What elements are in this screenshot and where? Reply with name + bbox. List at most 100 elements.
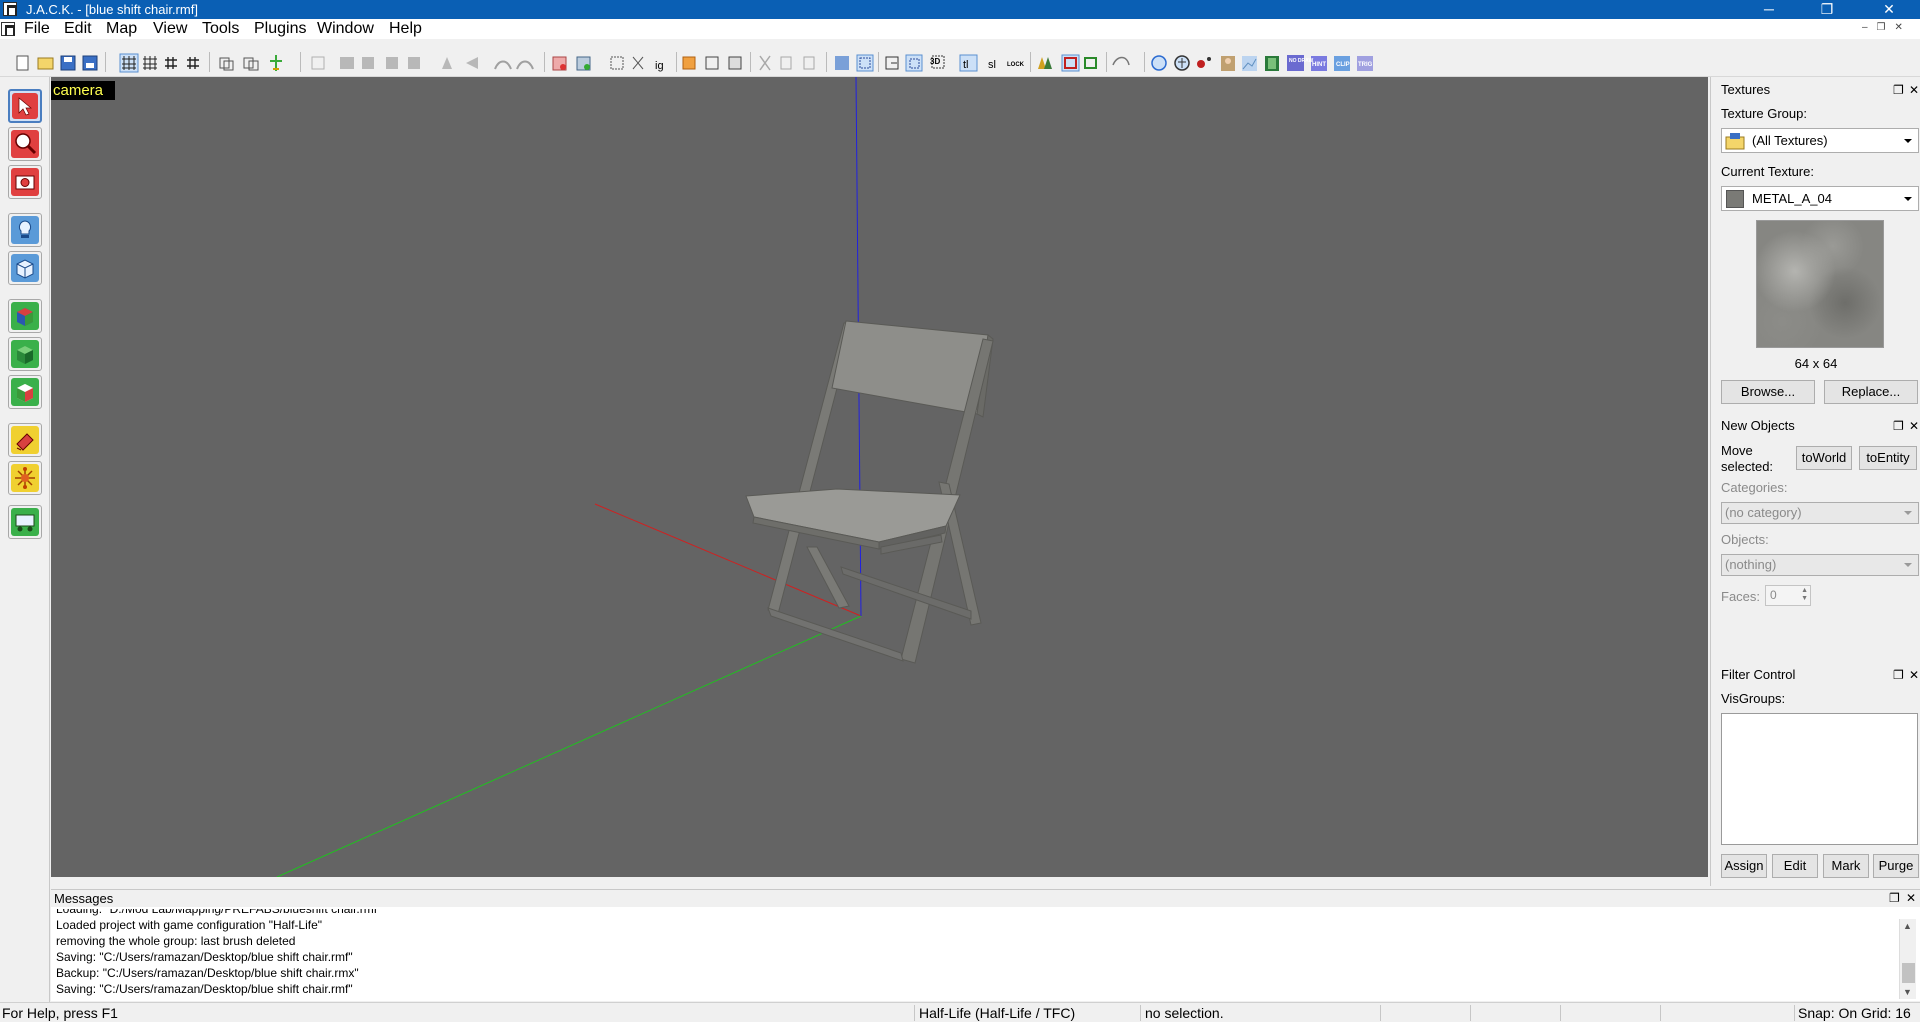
restore-icon[interactable]: ❐ (1893, 82, 1904, 98)
viewport-label[interactable]: camera (51, 81, 116, 100)
menu-view[interactable]: View (149, 19, 191, 39)
magnify-tool-button[interactable] (8, 127, 42, 161)
toolbar-lock-text[interactable]: LOCK (1007, 62, 1025, 68)
open-file-icon[interactable] (37, 57, 54, 70)
camera-viewport[interactable]: camera (51, 77, 1708, 877)
clipboard-icons[interactable] (759, 55, 815, 71)
menu-edit[interactable]: Edit (60, 19, 96, 39)
toolbar-nodraw-text[interactable]: NO DRAW (1289, 58, 1313, 64)
log-line: Loaded project with game configuration "… (56, 918, 323, 932)
grid-3d-icon[interactable] (143, 56, 157, 70)
texture-app-tool-button[interactable] (8, 299, 42, 333)
faces-spinner[interactable]: 0 ▲ ▼ (1765, 585, 1811, 606)
grid-larger-icon[interactable] (187, 57, 199, 69)
toolbar-sl-text[interactable]: sl (988, 59, 996, 71)
hollow-icon[interactable] (576, 56, 591, 71)
undo-path-icon[interactable] (1112, 56, 1130, 66)
purge-button[interactable]: Purge (1873, 854, 1919, 878)
filter-title-text: Filter Control (1721, 667, 1796, 682)
toolbar-tl-text[interactable]: tl (963, 59, 969, 71)
entity-tie-icon[interactable] (270, 55, 282, 71)
toolbar-hint-text[interactable]: HINT (1312, 62, 1326, 68)
tool-palette (0, 77, 50, 1009)
status-divider (1470, 1005, 1471, 1021)
grid-smaller-icon[interactable] (165, 57, 177, 69)
main-toolbar: ig 3D tl sl LOCK NO DRAW HINT CLIP TRIG (0, 39, 1920, 77)
close-icon[interactable]: ✕ (1909, 418, 1919, 434)
save-file-icon[interactable] (60, 55, 76, 71)
selection-tool-button[interactable] (8, 89, 42, 123)
selection-mode-icons[interactable]: 3D (885, 54, 945, 72)
messages-log[interactable]: Loading: "D:/Mod Lab/Mapping/PREFABS/blu… (56, 909, 1886, 1001)
close-button[interactable]: ✕ (1866, 0, 1912, 19)
restore-icon[interactable]: ❐ (1893, 667, 1904, 683)
restore-icon[interactable]: ❐ (1893, 418, 1904, 434)
current-texture-select[interactable]: METAL_A_04 (1721, 186, 1919, 211)
toolbar-ig-text[interactable]: ig (655, 60, 664, 72)
maximize-button[interactable]: ❐ (1804, 0, 1850, 19)
menu-map[interactable]: Map (102, 19, 141, 39)
close-icon[interactable]: ✕ (1909, 667, 1919, 683)
viewport-scene (276, 77, 994, 877)
mdi-child-controls[interactable]: –❐✕ (1862, 22, 1912, 33)
save-all-icon[interactable] (82, 55, 98, 71)
camera-tool-button[interactable] (8, 165, 42, 199)
visgroups-list[interactable] (1721, 713, 1918, 845)
new-file-icon[interactable] (16, 55, 29, 71)
messages-scrollbar[interactable]: ▲ ▼ (1899, 919, 1916, 999)
categories-select[interactable]: (no category) (1721, 502, 1919, 524)
carve-icon[interactable] (552, 56, 567, 71)
toolbar-trig-text[interactable]: TRIG (1358, 62, 1373, 68)
split-face-icon[interactable] (610, 56, 624, 70)
ungroup-icon[interactable] (243, 57, 259, 71)
prefab-tool-button[interactable] (8, 505, 42, 539)
menu-tools[interactable]: Tools (198, 19, 243, 39)
menu-file[interactable]: File (20, 19, 54, 39)
minimize-button[interactable]: ─ (1746, 0, 1792, 19)
window-title: J.A.C.K. - [blue shift chair.rmf] (26, 2, 198, 17)
align-icons[interactable] (311, 56, 534, 70)
merge-icon[interactable] (632, 56, 644, 70)
scroll-down-icon[interactable]: ▼ (1903, 987, 1912, 997)
filter-panel-title: Filter Control ❐ ✕ (1711, 667, 1920, 683)
grid-toggle-icon[interactable] (119, 53, 139, 73)
browse-button[interactable]: Browse... (1721, 380, 1815, 404)
apply-texture-tool-button[interactable] (8, 337, 42, 371)
log-line: Saving: "C:/Users/ramazan/Desktop/blue s… (56, 982, 353, 996)
menu-window[interactable]: Window (313, 19, 378, 39)
menu-help[interactable]: Help (385, 19, 426, 39)
brush-tools-icons[interactable] (682, 56, 742, 70)
restore-icon[interactable]: ❐ (1889, 890, 1900, 907)
status-divider (1660, 1005, 1661, 1021)
edit-button[interactable]: Edit (1772, 854, 1818, 878)
close-icon[interactable]: ✕ (1909, 82, 1919, 98)
replace-button[interactable]: Replace... (1824, 380, 1918, 404)
block-tool-button[interactable] (8, 251, 42, 285)
scrollbar-thumb[interactable] (1902, 963, 1915, 983)
scroll-up-icon[interactable]: ▲ (1903, 921, 1912, 931)
texture-group-select[interactable]: (All Textures) (1721, 128, 1919, 153)
move-selected-label: Move selected: (1721, 443, 1774, 474)
texture-lock-toggle-icon[interactable]: tl (959, 54, 978, 72)
view-mode-icons[interactable] (1038, 54, 1097, 72)
texture-preview[interactable] (1756, 220, 1884, 348)
vertex-tool-button[interactable] (8, 461, 42, 495)
group-icon[interactable] (219, 57, 234, 71)
to-world-button[interactable]: toWorld (1796, 446, 1852, 470)
mark-button[interactable]: Mark (1823, 854, 1869, 878)
document-menu-icon[interactable] (1, 22, 15, 36)
texture-lock-icons[interactable] (835, 54, 874, 72)
toolbar-clip-text[interactable]: CLIP (1336, 62, 1350, 68)
close-icon[interactable]: ✕ (1906, 890, 1916, 907)
status-game: Half-Life (Half-Life / TFC) (919, 1005, 1076, 1021)
decal-tool-button[interactable] (8, 375, 42, 409)
spinner-arrows-icon[interactable]: ▲ ▼ (1801, 587, 1808, 603)
path-tool-button[interactable] (8, 423, 42, 457)
objects-select[interactable]: (nothing) (1721, 554, 1919, 576)
menu-plugins[interactable]: Plugins (250, 19, 310, 39)
textures-title-text: Textures (1721, 82, 1771, 97)
entity-tool-button[interactable] (8, 213, 42, 247)
assign-button[interactable]: Assign (1721, 854, 1767, 878)
chair-model[interactable] (745, 320, 994, 664)
to-entity-button[interactable]: toEntity (1859, 446, 1917, 470)
